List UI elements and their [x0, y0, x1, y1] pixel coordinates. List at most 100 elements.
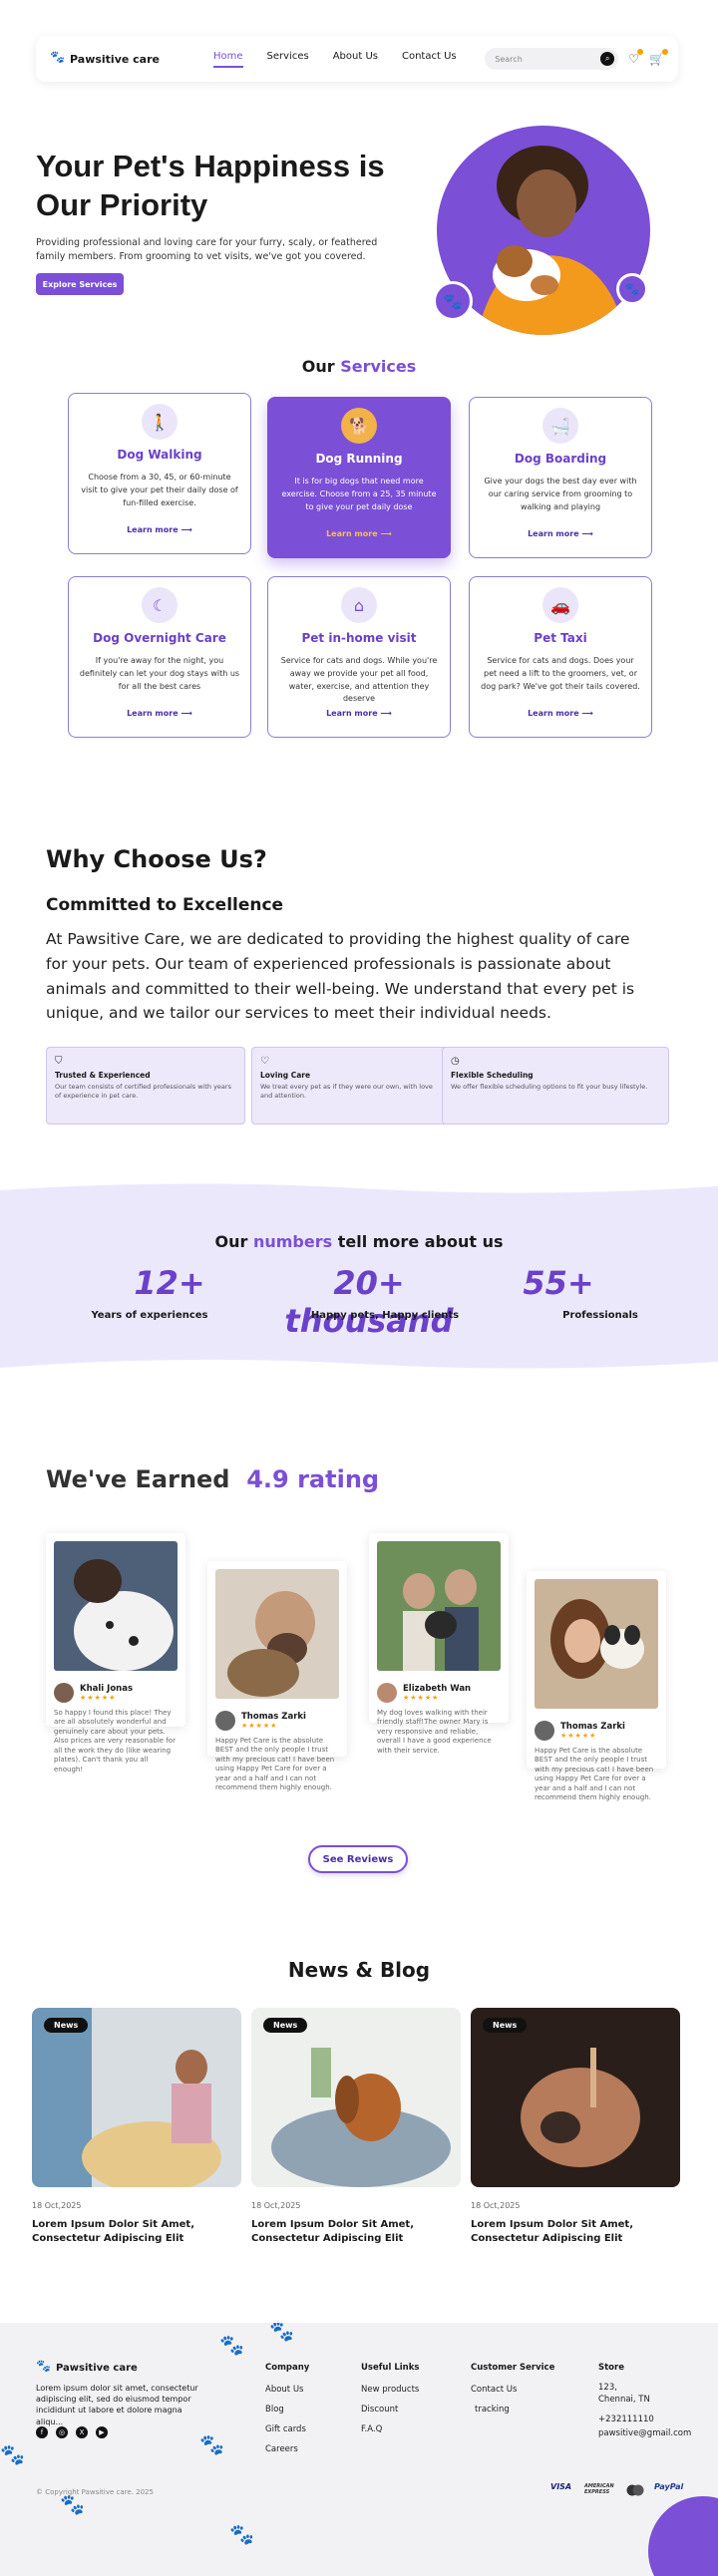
review-photo — [535, 1579, 658, 1709]
store-address-line1: 123, — [598, 2383, 617, 2393]
review-card: Thomas Zarki ★★★★★ Happy Pet Care is the… — [527, 1571, 666, 1801]
explore-services-button[interactable]: Explore Services — [36, 273, 124, 295]
learn-more-link[interactable]: Learn more ⟶ — [480, 529, 641, 538]
nav-home[interactable]: Home — [213, 51, 243, 68]
see-reviews-button[interactable]: See Reviews — [308, 1845, 408, 1873]
avatar — [215, 1711, 235, 1731]
learn-more-label: Learn more — [127, 709, 179, 718]
footer-link[interactable]: Careers — [265, 2444, 298, 2454]
news-card[interactable]: News 18 Oct,2025 Lorem Ipsum Dolor Sit A… — [32, 2008, 241, 2245]
footer-link[interactable]: Discount — [361, 2405, 398, 2415]
feature-loving-care: ♡ Loving Care We treat every pet as if t… — [251, 1047, 451, 1125]
service-card-dog-walking[interactable]: 🚶 Dog Walking Choose from a 30, 45, or 6… — [68, 393, 251, 554]
visa-logo: VISA — [550, 2482, 572, 2491]
reviews-title-prefix: We've Earned — [46, 1465, 230, 1493]
news-headline[interactable]: Lorem Ipsum Dolor Sit Amet, Consectetur … — [251, 2218, 461, 2245]
reviewer-name: Elizabeth Wan — [403, 1684, 472, 1694]
news-badge: News — [483, 2018, 528, 2033]
reviews-title: We've Earned 4.9 rating — [46, 1465, 379, 1493]
stats-title-suffix: tell more about us — [337, 1232, 504, 1251]
reviewer-name: Thomas Zarki — [241, 1712, 306, 1722]
instagram-icon[interactable]: ◎ — [56, 2426, 68, 2438]
footer-link[interactable]: Gift cards — [265, 2424, 306, 2434]
nav-services[interactable]: Services — [267, 51, 309, 68]
services-title-prefix: Our — [301, 357, 335, 376]
heart-icon: ♡ — [260, 1056, 269, 1067]
service-desc: If you're away for the night, you defini… — [79, 656, 240, 691]
feature-title: Flexible Scheduling — [451, 1071, 534, 1080]
footer-link[interactable]: tracking — [475, 2405, 510, 2415]
amex-logo: AMERICAN EXPRESS — [584, 2483, 614, 2495]
search-icon[interactable]: ⌕ — [600, 52, 615, 66]
service-card-in-home-visit[interactable]: ⌂ Pet in-home visit Service for cats and… — [267, 576, 451, 738]
footer-link[interactable]: Contact Us — [471, 2385, 517, 2395]
service-desc: It is for big dogs that need more exerci… — [281, 477, 437, 511]
service-title: Pet Taxi — [534, 631, 587, 645]
news-headline[interactable]: Lorem Ipsum Dolor Sit Amet, Consectetur … — [471, 2218, 680, 2245]
learn-more-link[interactable]: Learn more ⟶ — [278, 529, 440, 538]
learn-more-link[interactable]: Learn more ⟶ — [480, 709, 641, 718]
news-photo — [251, 2008, 461, 2187]
search-placeholder: Search — [495, 54, 523, 64]
news-image: News — [471, 2008, 680, 2187]
cart-dot — [662, 49, 668, 55]
service-title: Pet in-home visit — [301, 631, 417, 645]
heart-icon[interactable]: ♡ — [628, 49, 644, 66]
footer-decor-blob — [648, 2496, 718, 2576]
news-headline[interactable]: Lorem Ipsum Dolor Sit Amet, Consectetur … — [32, 2218, 241, 2245]
service-title: Dog Walking — [117, 448, 202, 462]
x-icon[interactable]: X — [76, 2426, 88, 2438]
service-title: Dog Running — [315, 452, 403, 466]
dog-icon: 🐕 — [341, 408, 377, 444]
learn-more-link[interactable]: Learn more ⟶ — [79, 709, 240, 718]
shield-icon: ⛉ — [55, 1056, 63, 1067]
footer-store-title: Store — [598, 2363, 624, 2373]
stat-pros-label: Professionals — [562, 1310, 638, 1321]
paw-icon — [50, 50, 65, 66]
brand-logo[interactable]: Pawsitive care — [50, 50, 189, 66]
footer-link[interactable]: New products — [361, 2385, 419, 2395]
feature-title: Loving Care — [260, 1071, 311, 1080]
news-card[interactable]: News 18 Oct,2025 Lorem Ipsum Dolor Sit A… — [471, 2008, 680, 2245]
cart-icon[interactable]: 🛒 — [649, 49, 668, 66]
reviewer-name: Khali Jonas — [80, 1684, 134, 1694]
news-image: News — [251, 2008, 461, 2187]
store-phone[interactable]: +232111110 — [598, 2415, 654, 2424]
service-card-pet-taxi[interactable]: 🚗 Pet Taxi Service for cats and dogs. Do… — [469, 576, 652, 738]
footer-customer-title: Customer Service — [471, 2363, 555, 2373]
nav-about[interactable]: About Us — [333, 51, 378, 68]
facebook-icon[interactable]: f — [36, 2426, 48, 2438]
service-card-dog-boarding[interactable]: 🛁 Dog Boarding Give your dogs the best d… — [469, 397, 652, 558]
feature-text: We treat every pet as if they were our o… — [260, 1083, 433, 1101]
nav-contact[interactable]: Contact Us — [402, 51, 457, 68]
footer-link[interactable]: About Us — [265, 2385, 303, 2395]
why-title: Why Choose Us? — [46, 845, 267, 873]
rating-stars: ★★★★★ — [80, 1694, 117, 1702]
service-card-overnight-care[interactable]: ☾ Dog Overnight Care If you're away for … — [68, 576, 251, 738]
youtube-icon[interactable]: ▶ — [96, 2426, 108, 2438]
review-card: Elizabeth Wan ★★★★★ My dog loves walking… — [369, 1533, 509, 1755]
learn-more-link[interactable]: Learn more ⟶ — [278, 709, 440, 718]
footer-link[interactable]: F.A.Q — [361, 2424, 382, 2434]
review-text: So happy I found this place! They are al… — [54, 1709, 176, 1773]
footer: 🐾 🐾 🐾 🐾 🐾 🐾 Pawsitive care Lorem ipsum d… — [0, 2323, 718, 2576]
service-desc: Give your dogs the best day ever with ou… — [484, 477, 637, 511]
learn-more-link[interactable]: Learn more ⟶ — [79, 525, 240, 534]
feature-text: We offer flexible scheduling options to … — [451, 1083, 648, 1091]
footer-link[interactable]: Blog — [265, 2405, 284, 2415]
learn-more-label: Learn more — [127, 525, 179, 534]
paw-decor-icon: 🐾 — [199, 2432, 224, 2456]
avatar — [54, 1683, 74, 1703]
search-input[interactable]: Search ⌕ — [485, 48, 619, 70]
stat-pros-value: 55+ — [523, 1264, 594, 1302]
news-card[interactable]: News 18 Oct,2025 Lorem Ipsum Dolor Sit A… — [251, 2008, 461, 2245]
reviews-title-accent: 4.9 rating — [246, 1465, 380, 1493]
service-card-dog-running[interactable]: 🐕 Dog Running It is for big dogs that ne… — [267, 397, 451, 558]
learn-more-label: Learn more — [326, 529, 378, 538]
footer-brand[interactable]: Pawsitive care — [36, 2359, 138, 2375]
brand-name: Pawsitive care — [70, 52, 160, 66]
store-email[interactable]: pawsitive@gmail.com — [598, 2428, 691, 2438]
review-card: Khali Jonas ★★★★★ So happy I found this … — [46, 1533, 185, 1773]
clock-icon: ◷ — [451, 1056, 460, 1067]
paw-decor-icon: 🐾 — [269, 2323, 294, 2343]
